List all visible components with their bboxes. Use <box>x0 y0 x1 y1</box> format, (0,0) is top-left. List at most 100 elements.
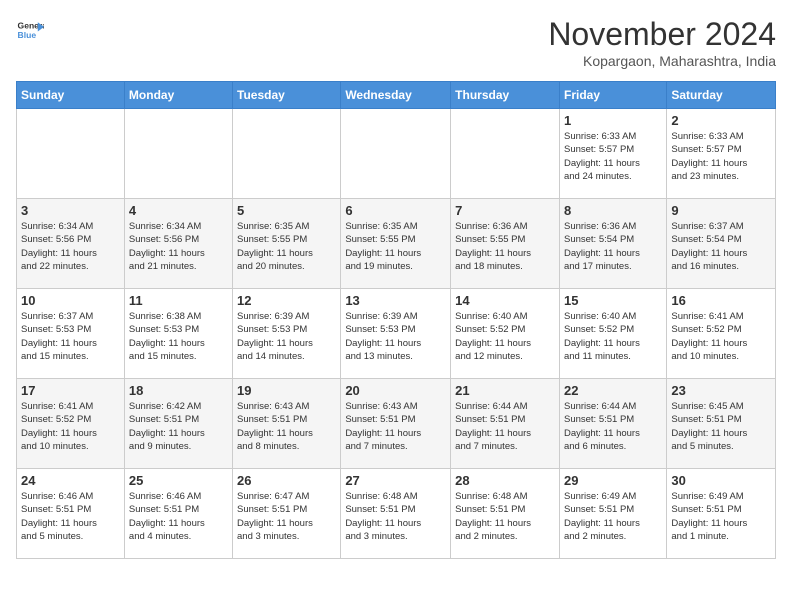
calendar-cell <box>341 109 451 199</box>
day-info: Sunrise: 6:35 AM Sunset: 5:55 PM Dayligh… <box>345 220 446 273</box>
day-number: 28 <box>455 473 555 488</box>
weekday-header: Friday <box>559 82 666 109</box>
day-number: 29 <box>564 473 662 488</box>
calendar-cell: 1Sunrise: 6:33 AM Sunset: 5:57 PM Daylig… <box>559 109 666 199</box>
calendar-cell <box>17 109 125 199</box>
day-number: 10 <box>21 293 120 308</box>
day-info: Sunrise: 6:36 AM Sunset: 5:55 PM Dayligh… <box>455 220 555 273</box>
day-info: Sunrise: 6:37 AM Sunset: 5:53 PM Dayligh… <box>21 310 120 363</box>
calendar-week-row: 17Sunrise: 6:41 AM Sunset: 5:52 PM Dayli… <box>17 379 776 469</box>
day-number: 25 <box>129 473 228 488</box>
calendar-cell: 4 Sunrise: 6:34 AM Sunset: 5:56 PM Daylig… <box>124 199 232 289</box>
day-info: Sunrise: 6:48 AM Sunset: 5:51 PM Dayligh… <box>345 490 446 543</box>
calendar-cell <box>124 109 232 199</box>
weekday-header: Sunday <box>17 82 125 109</box>
calendar-cell <box>233 109 341 199</box>
calendar-cell: 12Sunrise: 6:39 AM Sunset: 5:53 PM Dayli… <box>233 289 341 379</box>
title-block: November 2024 Kopargaon, Maharashtra, In… <box>548 16 776 69</box>
weekday-header: Wednesday <box>341 82 451 109</box>
calendar-cell: 23 Sunrise: 6:45 AM Sunset: 5:51 PM Dayli… <box>667 379 776 469</box>
calendar-cell: 29 Sunrise: 6:49 AM Sunset: 5:51 PM Dayli… <box>559 469 666 559</box>
weekday-header: Tuesday <box>233 82 341 109</box>
day-number: 15 <box>564 293 662 308</box>
weekday-header-row: SundayMondayTuesdayWednesdayThursdayFrid… <box>17 82 776 109</box>
day-info: Sunrise: 6:40 AM Sunset: 5:52 PM Dayligh… <box>455 310 555 363</box>
day-number: 21 <box>455 383 555 398</box>
day-info: Sunrise: 6:44 AM Sunset: 5:51 PM Dayligh… <box>564 400 662 453</box>
day-info: Sunrise: 6:43 AM Sunset: 5:51 PM Dayligh… <box>237 400 336 453</box>
calendar-week-row: 10 Sunrise: 6:37 AM Sunset: 5:53 PM Dayli… <box>17 289 776 379</box>
calendar-cell: 10 Sunrise: 6:37 AM Sunset: 5:53 PM Dayli… <box>17 289 125 379</box>
calendar-cell: 2 Sunrise: 6:33 AM Sunset: 5:57 PM Daylig… <box>667 109 776 199</box>
calendar-cell: 17Sunrise: 6:41 AM Sunset: 5:52 PM Dayli… <box>17 379 125 469</box>
calendar-cell: 18 Sunrise: 6:42 AM Sunset: 5:51 PM Dayli… <box>124 379 232 469</box>
page-header: General Blue General Blue November 2024 … <box>16 16 776 69</box>
calendar-cell: 19 Sunrise: 6:43 AM Sunset: 5:51 PM Dayli… <box>233 379 341 469</box>
day-number: 19 <box>237 383 336 398</box>
day-info: Sunrise: 6:35 AM Sunset: 5:55 PM Dayligh… <box>237 220 336 273</box>
calendar-cell: 15 Sunrise: 6:40 AM Sunset: 5:52 PM Dayli… <box>559 289 666 379</box>
day-info: Sunrise: 6:41 AM Sunset: 5:52 PM Dayligh… <box>671 310 771 363</box>
location: Kopargaon, Maharashtra, India <box>548 53 776 69</box>
day-number: 5 <box>237 203 336 218</box>
day-number: 1 <box>564 113 662 128</box>
day-number: 24 <box>21 473 120 488</box>
day-number: 18 <box>129 383 228 398</box>
calendar-cell: 8 Sunrise: 6:36 AM Sunset: 5:54 PM Daylig… <box>559 199 666 289</box>
calendar-cell: 3 Sunrise: 6:34 AM Sunset: 5:56 PM Daylig… <box>17 199 125 289</box>
day-number: 11 <box>129 293 228 308</box>
day-number: 7 <box>455 203 555 218</box>
calendar-cell: 28 Sunrise: 6:48 AM Sunset: 5:51 PM Dayli… <box>451 469 560 559</box>
day-number: 9 <box>671 203 771 218</box>
day-number: 4 <box>129 203 228 218</box>
month-title: November 2024 <box>548 16 776 53</box>
day-number: 20 <box>345 383 446 398</box>
calendar-cell: 24 Sunrise: 6:46 AM Sunset: 5:51 PM Dayli… <box>17 469 125 559</box>
day-number: 26 <box>237 473 336 488</box>
day-number: 14 <box>455 293 555 308</box>
day-info: Sunrise: 6:42 AM Sunset: 5:51 PM Dayligh… <box>129 400 228 453</box>
calendar-cell <box>451 109 560 199</box>
calendar-cell: 9 Sunrise: 6:37 AM Sunset: 5:54 PM Daylig… <box>667 199 776 289</box>
day-number: 16 <box>671 293 771 308</box>
calendar-cell: 6 Sunrise: 6:35 AM Sunset: 5:55 PM Daylig… <box>341 199 451 289</box>
weekday-header: Thursday <box>451 82 560 109</box>
day-info: Sunrise: 6:46 AM Sunset: 5:51 PM Dayligh… <box>21 490 120 543</box>
day-info: Sunrise: 6:43 AM Sunset: 5:51 PM Dayligh… <box>345 400 446 453</box>
day-number: 8 <box>564 203 662 218</box>
day-number: 2 <box>671 113 771 128</box>
day-info: Sunrise: 6:37 AM Sunset: 5:54 PM Dayligh… <box>671 220 771 273</box>
day-info: Sunrise: 6:49 AM Sunset: 5:51 PM Dayligh… <box>671 490 771 543</box>
weekday-header: Saturday <box>667 82 776 109</box>
calendar-cell: 22Sunrise: 6:44 AM Sunset: 5:51 PM Dayli… <box>559 379 666 469</box>
day-info: Sunrise: 6:48 AM Sunset: 5:51 PM Dayligh… <box>455 490 555 543</box>
calendar-cell: 14 Sunrise: 6:40 AM Sunset: 5:52 PM Dayli… <box>451 289 560 379</box>
day-info: Sunrise: 6:45 AM Sunset: 5:51 PM Dayligh… <box>671 400 771 453</box>
day-number: 3 <box>21 203 120 218</box>
day-number: 13 <box>345 293 446 308</box>
day-info: Sunrise: 6:34 AM Sunset: 5:56 PM Dayligh… <box>129 220 228 273</box>
calendar-week-row: 24 Sunrise: 6:46 AM Sunset: 5:51 PM Dayli… <box>17 469 776 559</box>
calendar-cell: 20 Sunrise: 6:43 AM Sunset: 5:51 PM Dayli… <box>341 379 451 469</box>
day-info: Sunrise: 6:41 AM Sunset: 5:52 PM Dayligh… <box>21 400 120 453</box>
day-info: Sunrise: 6:47 AM Sunset: 5:51 PM Dayligh… <box>237 490 336 543</box>
day-number: 23 <box>671 383 771 398</box>
day-info: Sunrise: 6:49 AM Sunset: 5:51 PM Dayligh… <box>564 490 662 543</box>
calendar-cell: 30 Sunrise: 6:49 AM Sunset: 5:51 PM Dayli… <box>667 469 776 559</box>
logo: General Blue General Blue <box>16 16 44 44</box>
svg-text:Blue: Blue <box>18 30 37 40</box>
day-info: Sunrise: 6:34 AM Sunset: 5:56 PM Dayligh… <box>21 220 120 273</box>
day-info: Sunrise: 6:39 AM Sunset: 5:53 PM Dayligh… <box>345 310 446 363</box>
day-info: Sunrise: 6:46 AM Sunset: 5:51 PM Dayligh… <box>129 490 228 543</box>
calendar-cell: 16 Sunrise: 6:41 AM Sunset: 5:52 PM Dayli… <box>667 289 776 379</box>
calendar-cell: 7 Sunrise: 6:36 AM Sunset: 5:55 PM Daylig… <box>451 199 560 289</box>
calendar: SundayMondayTuesdayWednesdayThursdayFrid… <box>16 81 776 559</box>
calendar-cell: 25 Sunrise: 6:46 AM Sunset: 5:51 PM Dayli… <box>124 469 232 559</box>
calendar-week-row: 1 Sunrise: 6:33 AM Sunset: 5:57 PM Daylig… <box>17 109 776 199</box>
calendar-week-row: 3 Sunrise: 6:34 AM Sunset: 5:56 PM Daylig… <box>17 199 776 289</box>
day-info: Sunrise: 6:33 AM Sunset: 5:57 PM Dayligh… <box>671 130 771 183</box>
day-number: 30 <box>671 473 771 488</box>
day-number: 6 <box>345 203 446 218</box>
day-info: Sunrise: 6:40 AM Sunset: 5:52 PM Dayligh… <box>564 310 662 363</box>
day-info: Sunrise: 6:36 AM Sunset: 5:54 PM Dayligh… <box>564 220 662 273</box>
